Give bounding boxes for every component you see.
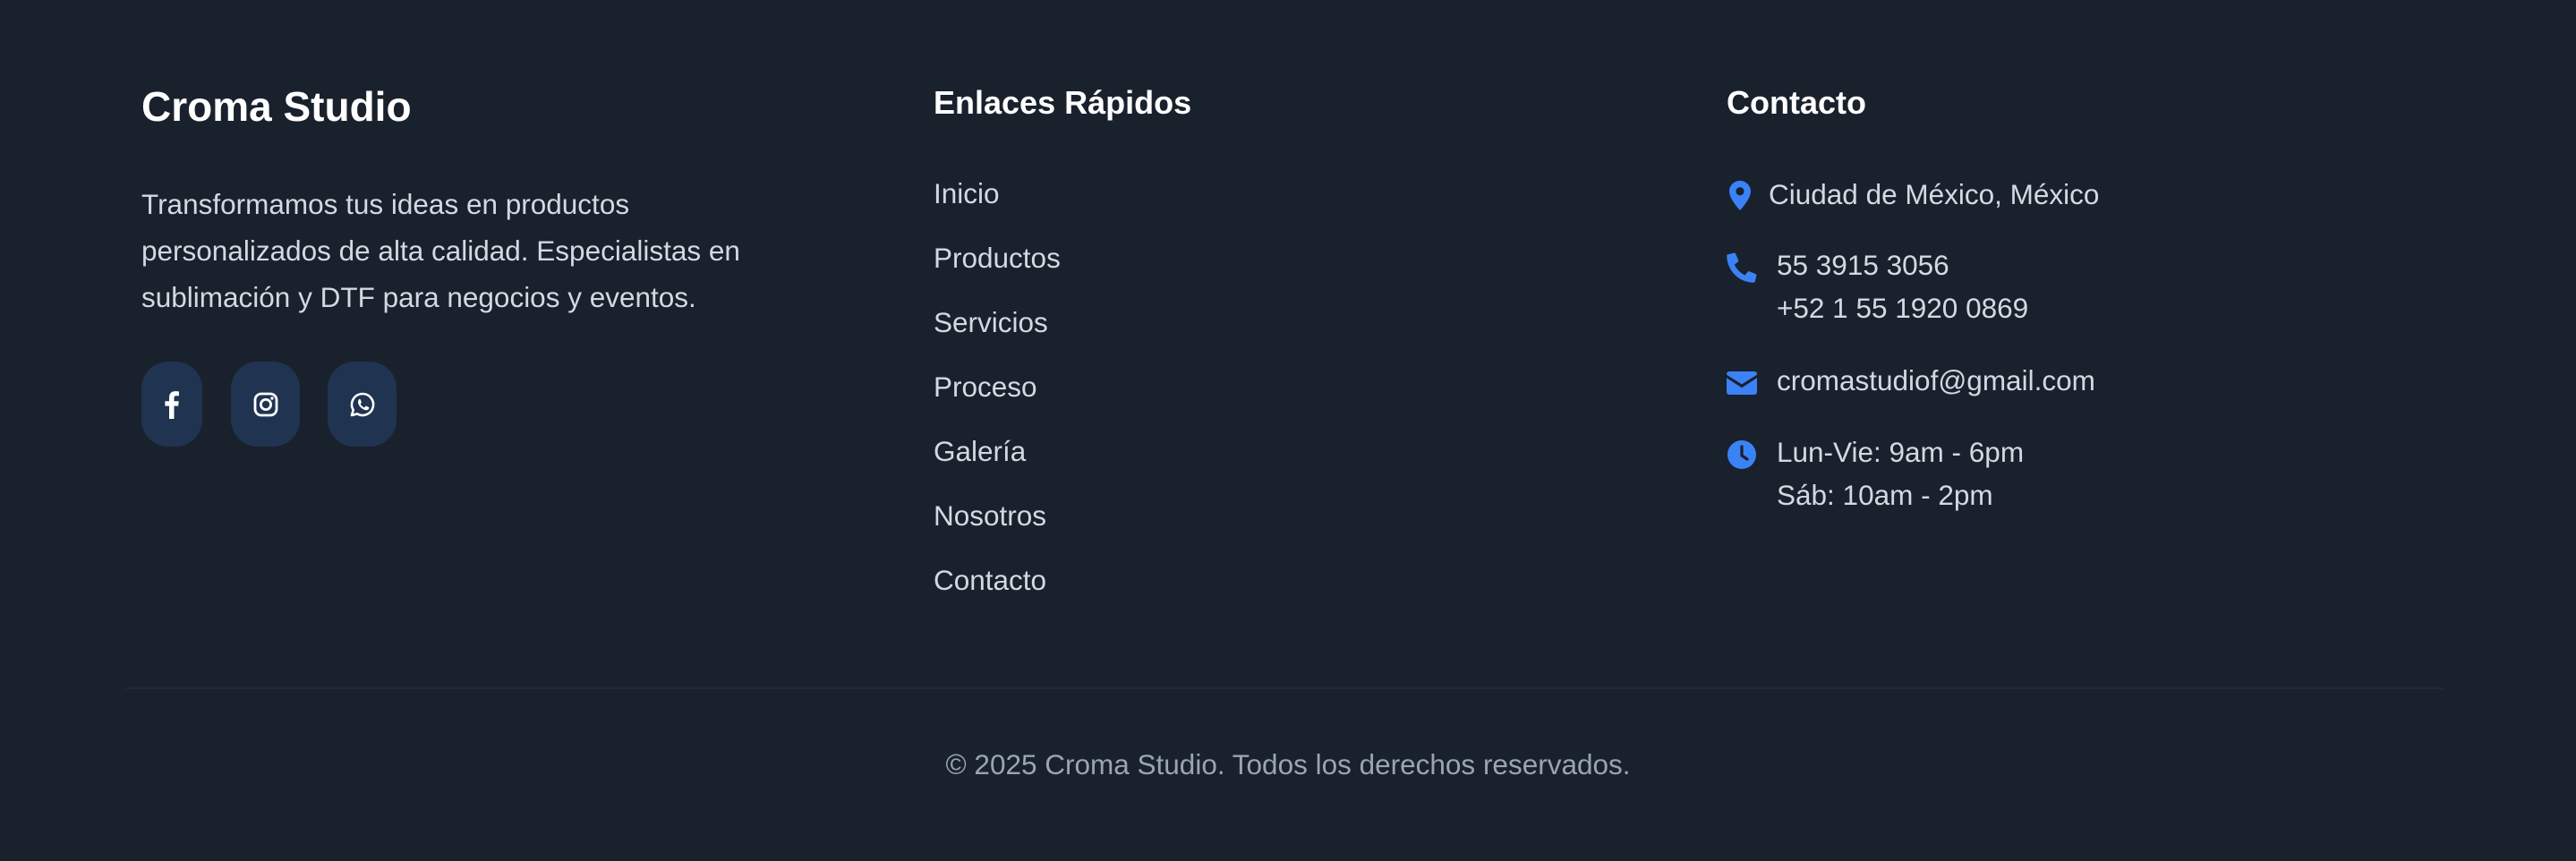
instagram-icon [253, 392, 278, 417]
copyright-text: © 2025 Croma Studio. Todos los derechos … [945, 748, 1631, 780]
facebook-button[interactable] [141, 362, 202, 447]
footer-link-galeria[interactable]: Galería [934, 435, 1026, 468]
whatsapp-icon [349, 391, 376, 418]
brand-description: Transformamos tus ideas en productos per… [141, 188, 740, 313]
contact-location-text: Ciudad de México, México [1769, 178, 2100, 210]
footer-link-inicio[interactable]: Inicio [934, 177, 1000, 210]
contact-hours-saturday: Sáb: 10am - 2pm [1777, 479, 1993, 511]
footer-link-proceso[interactable]: Proceso [934, 371, 1037, 404]
envelope-icon [1727, 371, 1757, 399]
footer-link-servicios[interactable]: Servicios [934, 306, 1048, 339]
footer-link-contacto[interactable]: Contacto [934, 564, 1046, 597]
facebook-icon [164, 390, 180, 419]
quick-links-title: Enlaces Rápidos [934, 84, 1192, 121]
whatsapp-button[interactable] [328, 362, 397, 447]
footer-link-nosotros[interactable]: Nosotros [934, 499, 1046, 533]
contact-email-text[interactable]: cromastudiof@gmail.com [1777, 359, 2095, 402]
footer-link-productos[interactable]: Productos [934, 242, 1061, 275]
phone-icon [1727, 252, 1757, 287]
map-pin-icon [1729, 181, 1751, 215]
brand-title: Croma Studio [141, 83, 412, 130]
site-footer: Croma Studio Transformamos tus ideas en … [0, 0, 2576, 861]
clock-icon [1727, 439, 1757, 474]
contact-title: Contacto [1727, 84, 1866, 121]
footer-divider [125, 687, 2444, 689]
contact-phone-1[interactable]: 55 3915 3056 [1777, 243, 1949, 286]
instagram-button[interactable] [231, 362, 300, 447]
contact-hours-weekdays: Lun-Vie: 9am - 6pm [1777, 436, 2025, 468]
contact-phone-2[interactable]: +52 1 55 1920 0869 [1777, 286, 2028, 329]
